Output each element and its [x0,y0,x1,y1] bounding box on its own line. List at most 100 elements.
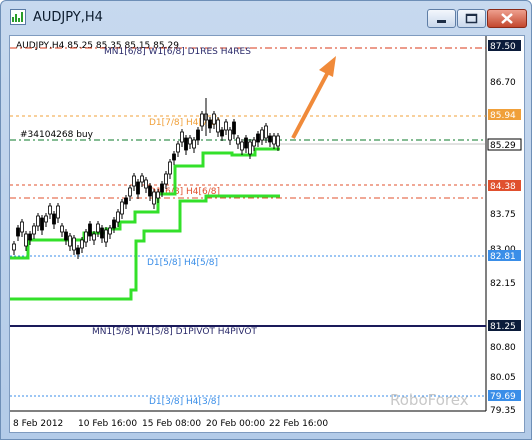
title-bar[interactable]: AUDJPY,H4 [1,1,531,35]
time-tick-3: 15 Feb 08:00 [142,419,201,429]
candle-body [84,231,88,243]
price-tick-6: 80.80 [490,343,516,353]
candle-body [264,125,268,139]
maximize-icon [465,13,478,24]
candle-body [108,227,112,235]
price-label-82-81: 82.81 [490,252,516,262]
candle-body [52,213,56,225]
candle-body [184,137,188,151]
candle-body [136,181,140,195]
trade-label: #34104268 buy [20,130,94,140]
watermark-text: RoboForex [390,391,469,409]
candle-body [260,129,264,141]
candle-body [248,141,252,155]
candle-body [244,137,248,149]
candle-body [164,173,168,185]
candle-body [268,135,272,143]
time-tick-1: 8 Feb 2012 [13,419,63,429]
candle-body [80,239,84,249]
close-icon [501,13,513,24]
chart-window-icon [10,9,26,25]
price-label-79-69: 79.69 [490,392,516,402]
price-label-current: 85.29 [490,141,516,151]
candle-body [172,153,176,161]
level-label-pivot: MN1[5/8] W1[5/8] D1PIVOT H4PIVOT [92,327,257,337]
candle-body [64,231,68,241]
candle-body [100,227,104,239]
candle-body [104,229,108,243]
candle-body [112,219,116,229]
candle-body [160,183,164,193]
candle-body [240,141,244,151]
time-axis: 8 Feb 2012 10 Feb 16:00 15 Feb 08:00 20 … [13,419,328,429]
candle-body [16,227,20,237]
level-label-mn1-6-8: MN1[6/8] W1[6/8] D1RES H4RES [104,47,251,57]
price-label-81-25: 81.25 [490,322,516,332]
maximize-button[interactable] [457,9,486,28]
time-tick-5: 22 Feb 16:00 [269,419,328,429]
candle-body [60,225,64,233]
candle-body [212,113,216,125]
candle-body [56,205,60,219]
candle-body [96,223,100,233]
candle-body [68,235,72,247]
candle-body [216,119,220,133]
candle-body [156,191,160,199]
candle-body [44,215,48,223]
time-tick-4: 20 Feb 00:00 [206,419,265,429]
level-label-d1-3-8: D1[3/8] H4[3/8] [149,397,220,407]
chart-window: AUDJPY,H4 AUDJPY,H4 85.25 85.35 85.15 85… [0,0,532,440]
price-tick-8: 79.35 [490,406,516,416]
candle-body [232,121,236,135]
candle-body [120,201,124,215]
price-tick-7: 80.05 [490,373,516,383]
candle-body [124,197,128,205]
candle-body [72,237,76,251]
candle-body [192,139,196,149]
minimize-button[interactable] [427,9,456,28]
price-tick-5: 82.15 [490,279,516,289]
candle-body [200,113,204,127]
price-label-87-50: 87.50 [490,42,516,52]
candle-body [276,135,280,147]
candle-body [256,133,260,143]
candle-body [208,119,212,129]
candle-body [32,225,36,235]
chart-area[interactable]: AUDJPY,H4 85.25 85.35 85.15 85.29 MN1[6/… [9,35,525,433]
candle-body [168,161,172,175]
candle-body [176,143,180,153]
price-tick-3: 83.75 [490,210,516,220]
price-label-85-94: 85.94 [490,111,516,121]
candle-body [24,233,28,247]
level-label-d1-5-8: D1[5/8] H4[5/8] [147,258,218,268]
candle-body [152,191,156,205]
price-tick-1: 86.70 [490,78,516,88]
candle-body [40,217,44,231]
candle-body [12,243,16,251]
candle-body [180,131,184,143]
candle-body [116,211,120,223]
candle-body [88,223,92,237]
candle-body [144,179,148,189]
candle-body [48,205,52,215]
candle-body [236,137,240,145]
candle-body [196,129,200,141]
candle-body [252,139,256,147]
price-chart[interactable]: AUDJPY,H4 85.25 85.35 85.15 85.29 MN1[6/… [10,36,524,432]
candle-body [36,215,40,227]
candle-body [92,233,96,241]
candle-body [28,233,32,241]
price-label-84-38: 84.38 [490,182,516,192]
candle-body [76,247,80,255]
close-button[interactable] [487,9,527,28]
candle-body [224,121,228,131]
candle-body [188,137,192,145]
candle-body [272,135,276,145]
candle-body [140,175,144,183]
candle-body [132,175,136,187]
candle-body [128,187,132,197]
minimize-icon [437,20,446,23]
candle-body [148,185,152,197]
candle-body [220,129,224,137]
window-title: AUDJPY,H4 [33,10,103,25]
